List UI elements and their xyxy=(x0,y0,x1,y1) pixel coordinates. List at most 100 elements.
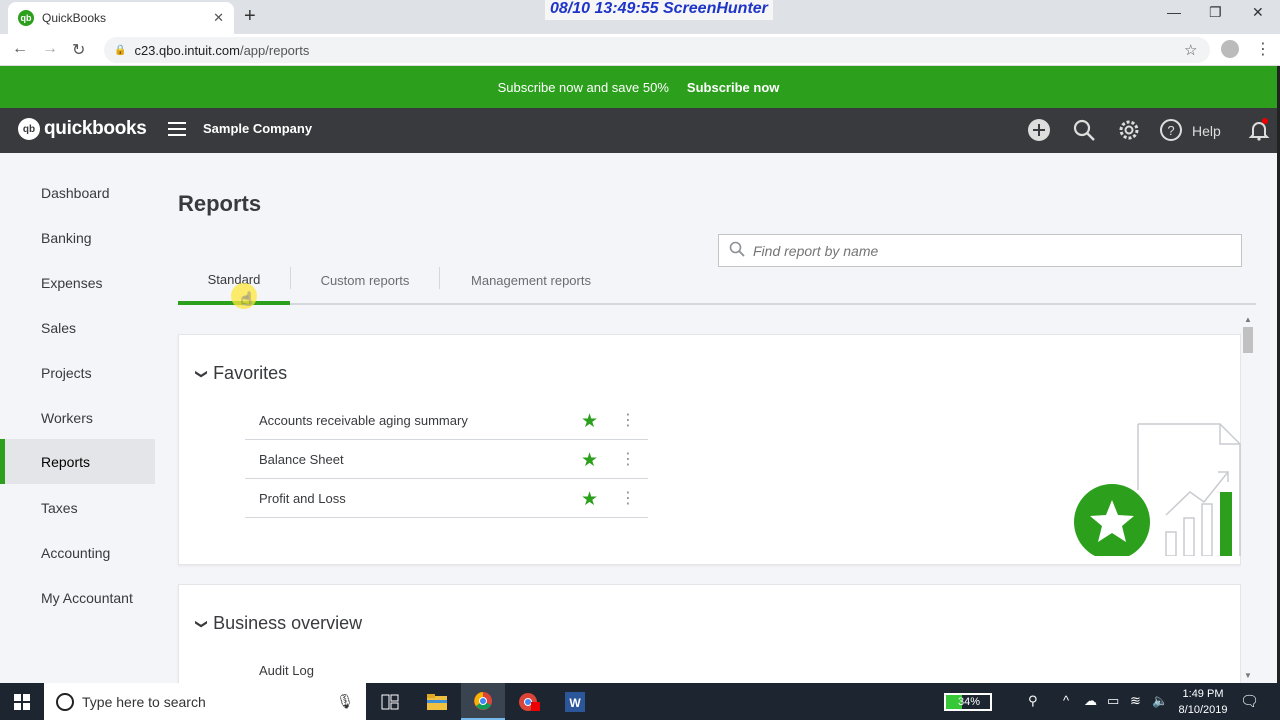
reports-main: Reports Standard Custom reports Manageme… xyxy=(155,153,1277,694)
favorite-star-icon[interactable]: ★ xyxy=(581,410,598,433)
chrome-icon[interactable] xyxy=(461,683,505,720)
sidebar-item-workers[interactable]: Workers xyxy=(0,395,155,440)
company-name: Sample Company xyxy=(203,121,313,136)
url-host: c23.qbo.intuit.com xyxy=(134,42,240,58)
file-explorer-icon[interactable] xyxy=(415,683,459,720)
report-link[interactable]: Profit and Loss xyxy=(259,491,346,506)
sidebar-item-expenses[interactable]: Expenses xyxy=(0,260,155,305)
browser-tab-strip: qb QuickBooks ✕ + 08/10 13:49:55 ScreenH… xyxy=(0,0,1280,34)
chrome-profile-icon[interactable] xyxy=(507,683,551,720)
more-options-icon[interactable]: ⋮ xyxy=(620,488,636,508)
tab-management-reports[interactable]: Management reports xyxy=(440,257,622,303)
favorite-star-icon[interactable]: ★ xyxy=(581,488,598,511)
report-link[interactable]: Audit Log xyxy=(259,663,314,678)
hand-pointer-icon: ☝ xyxy=(241,289,252,309)
browser-tab[interactable]: qb QuickBooks ✕ xyxy=(8,2,234,34)
help-label[interactable]: Help xyxy=(1192,123,1221,139)
app-header: qb quickbooks Sample Company ? Help xyxy=(0,108,1277,153)
subscribe-banner: Subscribe now and save 50% Subscribe now xyxy=(0,66,1277,108)
bookmark-star-icon[interactable]: ☆ xyxy=(1184,41,1197,59)
url-input[interactable]: 🔒 c23.qbo.intuit.com/app/reports xyxy=(104,37,1210,63)
business-overview-heading: Business overview xyxy=(213,613,363,633)
url-path: /app/reports xyxy=(239,42,310,58)
browser-tab-title: QuickBooks xyxy=(42,11,107,25)
sidebar-item-reports[interactable]: Reports xyxy=(0,439,155,484)
sidebar-item-taxes[interactable]: Taxes xyxy=(0,485,155,530)
svg-text:W: W xyxy=(569,696,581,710)
search-icon[interactable] xyxy=(1072,118,1096,148)
sidebar-item-projects[interactable]: Projects xyxy=(0,350,155,395)
sidebar-item-my-accountant[interactable]: My Accountant xyxy=(0,575,155,620)
chevron-down-icon: ❯ xyxy=(195,368,210,379)
windows-start-icon[interactable] xyxy=(14,694,30,710)
power-icon[interactable]: ▭ xyxy=(1107,693,1119,709)
report-link[interactable]: Balance Sheet xyxy=(259,452,344,467)
svg-text:?: ? xyxy=(1167,123,1174,138)
new-tab-icon[interactable]: + xyxy=(244,5,256,28)
favorite-star-icon[interactable]: ★ xyxy=(581,449,598,472)
battery-indicator[interactable]: 34% xyxy=(944,693,992,711)
reload-icon[interactable]: ↻ xyxy=(72,40,85,60)
menu-hamburger-icon[interactable] xyxy=(168,122,186,136)
banner-text: Subscribe now and save 50% xyxy=(497,79,669,95)
gear-icon[interactable] xyxy=(1117,118,1141,148)
main-scrollbar[interactable]: ▲ ▼ xyxy=(1241,315,1255,683)
minimize-icon[interactable]: — xyxy=(1167,4,1181,20)
system-clock[interactable]: 1:49 PM 8/10/2019 xyxy=(1172,686,1234,718)
microphone-icon[interactable]: 🎙 xyxy=(336,693,354,710)
qb-logo-word: quickbooks xyxy=(44,118,147,139)
action-center-icon[interactable]: 🗨 xyxy=(1240,692,1259,710)
browser-menu-icon[interactable]: ⋮ xyxy=(1255,39,1271,59)
chevron-down-icon: ❯ xyxy=(195,618,210,629)
clock-date: 8/10/2019 xyxy=(1178,704,1228,716)
report-row[interactable]: Accounts receivable aging summary ★ ⋮ xyxy=(245,401,648,440)
subscribe-now-link[interactable]: Subscribe now xyxy=(687,80,779,95)
people-icon[interactable]: ⚲ xyxy=(1028,693,1038,709)
word-icon[interactable]: W xyxy=(553,683,597,720)
restore-icon[interactable]: ❐ xyxy=(1209,4,1222,21)
forward-icon[interactable]: → xyxy=(42,40,58,58)
more-options-icon[interactable]: ⋮ xyxy=(620,410,636,430)
left-navigation: Dashboard Banking Expenses Sales Project… xyxy=(0,153,155,683)
favorites-illustration-icon xyxy=(1074,423,1241,556)
sidebar-item-accounting[interactable]: Accounting xyxy=(0,530,155,575)
screenshot-timestamp: 08/10 13:49:55 ScreenHunter xyxy=(545,0,773,20)
sidebar-item-banking[interactable]: Banking xyxy=(0,215,155,260)
back-icon[interactable]: ← xyxy=(12,40,28,58)
close-tab-icon[interactable]: ✕ xyxy=(213,10,224,26)
business-overview-header[interactable]: ❯ Business overview xyxy=(195,613,363,634)
lock-icon: 🔒 xyxy=(114,44,127,56)
report-row[interactable]: Balance Sheet ★ ⋮ xyxy=(245,440,648,479)
report-row[interactable]: Profit and Loss ★ ⋮ xyxy=(245,479,648,518)
scroll-down-icon[interactable]: ▼ xyxy=(1244,671,1252,680)
qb-logo-badge: qb xyxy=(18,118,40,140)
favorites-header[interactable]: ❯ Favorites xyxy=(195,363,288,384)
scroll-up-icon[interactable]: ▲ xyxy=(1244,315,1252,324)
window-close-icon[interactable]: ✕ xyxy=(1252,4,1264,21)
tab-custom-reports[interactable]: Custom reports xyxy=(291,257,439,303)
windows-taskbar: Type here to search 🎙 W 34% ⚲ ^ ☁ ▭ ≋ 🔈 … xyxy=(0,683,1280,720)
battery-percent: 34% xyxy=(958,696,981,708)
sidebar-item-sales[interactable]: Sales xyxy=(0,305,155,350)
notification-dot xyxy=(1262,118,1268,124)
help-icon[interactable]: ? xyxy=(1159,118,1183,148)
business-overview-card: ❯ Business overview Audit Log xyxy=(178,584,1241,694)
scroll-thumb[interactable] xyxy=(1243,327,1253,353)
clock-time: 1:49 PM xyxy=(1182,688,1224,700)
tray-expand-icon[interactable]: ^ xyxy=(1063,693,1069,708)
wifi-icon[interactable]: ≋ xyxy=(1130,693,1141,709)
onedrive-icon[interactable]: ☁ xyxy=(1084,693,1097,709)
sidebar-item-dashboard[interactable]: Dashboard xyxy=(0,170,155,215)
taskbar-search[interactable]: Type here to search 🎙 xyxy=(44,683,366,720)
more-options-icon[interactable]: ⋮ xyxy=(620,449,636,469)
task-view-icon[interactable] xyxy=(368,683,412,720)
favorites-heading: Favorites xyxy=(213,363,288,383)
create-plus-icon[interactable] xyxy=(1027,118,1051,148)
favorites-card: ❯ Favorites Accounts receivable aging su… xyxy=(178,334,1241,565)
quickbooks-logo[interactable]: qb quickbooks xyxy=(18,118,147,140)
report-link[interactable]: Accounts receivable aging summary xyxy=(259,413,468,428)
report-tabs: Standard Custom reports Management repor… xyxy=(178,257,1256,305)
volume-icon[interactable]: 🔈 xyxy=(1152,693,1168,709)
profile-avatar-icon[interactable] xyxy=(1221,40,1239,58)
page-title: Reports xyxy=(178,191,262,216)
